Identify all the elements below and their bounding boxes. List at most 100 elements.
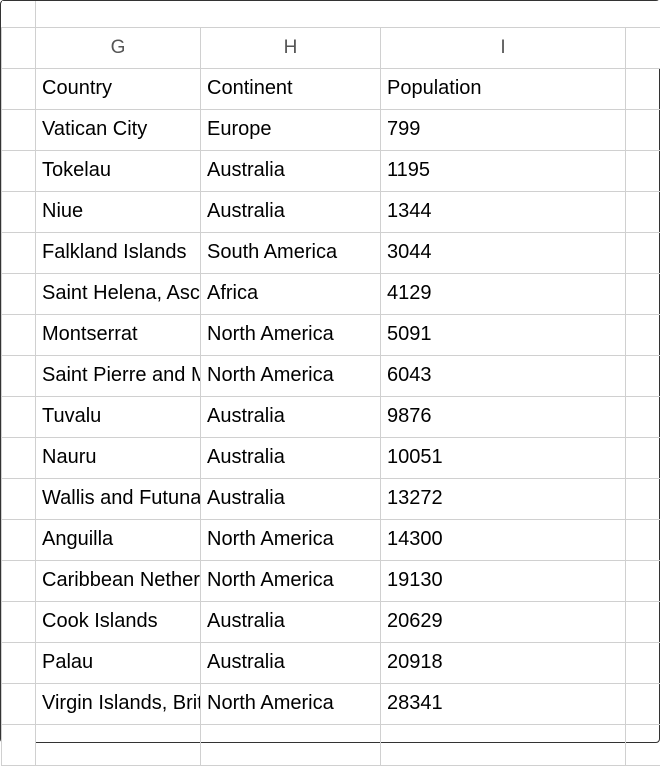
cell-country[interactable] xyxy=(36,724,201,765)
cell-country[interactable]: Anguilla xyxy=(36,519,201,560)
cell-continent[interactable] xyxy=(201,724,381,765)
cell-population[interactable]: 4129 xyxy=(381,273,626,314)
cell-continent[interactable]: North America xyxy=(201,355,381,396)
cell-continent[interactable]: Australia xyxy=(201,396,381,437)
cell[interactable] xyxy=(626,724,660,765)
cell-population[interactable]: 14300 xyxy=(381,519,626,560)
cell[interactable] xyxy=(626,396,660,437)
cell[interactable] xyxy=(626,109,660,150)
cell[interactable] xyxy=(626,232,660,273)
cell-continent[interactable]: Australia xyxy=(201,601,381,642)
cell[interactable] xyxy=(626,478,660,519)
row-number[interactable] xyxy=(2,560,36,601)
cell-country[interactable]: Falkland Islands xyxy=(36,232,201,273)
table-row: Montserrat North America 5091 xyxy=(2,314,660,355)
row-number[interactable] xyxy=(2,68,36,109)
row-number[interactable] xyxy=(2,396,36,437)
cell-continent[interactable]: North America xyxy=(201,314,381,355)
cell-country[interactable]: Caribbean Netherlands xyxy=(36,560,201,601)
spreadsheet-grid[interactable]: G H I Country Continent Population Vatic… xyxy=(1,1,660,766)
row-number[interactable] xyxy=(2,314,36,355)
cell[interactable] xyxy=(626,191,660,232)
cell-continent[interactable]: Europe xyxy=(201,109,381,150)
grid-body: Country Continent Population Vatican Cit… xyxy=(2,68,660,765)
cell[interactable] xyxy=(626,601,660,642)
cell[interactable] xyxy=(626,273,660,314)
cell-population[interactable]: 799 xyxy=(381,109,626,150)
table-row xyxy=(2,724,660,765)
cell-population[interactable]: 10051 xyxy=(381,437,626,478)
cell-population[interactable]: 6043 xyxy=(381,355,626,396)
cell-population[interactable]: 9876 xyxy=(381,396,626,437)
col-header-i[interactable]: I xyxy=(381,27,626,68)
cell-population[interactable]: 20918 xyxy=(381,642,626,683)
cell[interactable] xyxy=(626,437,660,478)
row-number[interactable] xyxy=(2,478,36,519)
cell-continent[interactable]: Australia xyxy=(201,191,381,232)
table-row: Cook Islands Australia 20629 xyxy=(2,601,660,642)
table-row: Wallis and Futuna Australia 13272 xyxy=(2,478,660,519)
cell[interactable] xyxy=(626,683,660,724)
cell-continent[interactable]: South America xyxy=(201,232,381,273)
header-data-row: Country Continent Population xyxy=(2,68,660,109)
cell-country[interactable]: Saint Helena, Ascension xyxy=(36,273,201,314)
cell-country[interactable]: Tokelau xyxy=(36,150,201,191)
cell-country[interactable]: Palau xyxy=(36,642,201,683)
cell-population[interactable]: 1344 xyxy=(381,191,626,232)
cell-population[interactable]: 20629 xyxy=(381,601,626,642)
cell[interactable]: Country xyxy=(36,68,201,109)
row-number[interactable] xyxy=(2,601,36,642)
cell-continent[interactable]: Australia xyxy=(201,437,381,478)
cell-country[interactable]: Niue xyxy=(36,191,201,232)
row-number[interactable] xyxy=(2,150,36,191)
cell-continent[interactable]: North America xyxy=(201,560,381,601)
col-header-g[interactable]: G xyxy=(36,27,201,68)
row-number[interactable] xyxy=(2,519,36,560)
row-number[interactable] xyxy=(2,724,36,765)
table-row: Virgin Islands, British North America 28… xyxy=(2,683,660,724)
row-number[interactable] xyxy=(2,355,36,396)
row-number[interactable] xyxy=(2,232,36,273)
cell-continent[interactable]: North America xyxy=(201,683,381,724)
col-header-tail[interactable] xyxy=(626,27,660,68)
cell-country[interactable]: Saint Pierre and Miquelon xyxy=(36,355,201,396)
cell-population[interactable]: 1195 xyxy=(381,150,626,191)
col-header-h[interactable]: H xyxy=(201,27,381,68)
row-number[interactable] xyxy=(2,642,36,683)
cell-population[interactable]: 28341 xyxy=(381,683,626,724)
cell-country[interactable]: Vatican City xyxy=(36,109,201,150)
table-row: Caribbean Netherlands North America 1913… xyxy=(2,560,660,601)
cell-population[interactable] xyxy=(381,724,626,765)
cell[interactable] xyxy=(626,150,660,191)
cell-population[interactable]: 19130 xyxy=(381,560,626,601)
cell-country[interactable]: Virgin Islands, British xyxy=(36,683,201,724)
cell[interactable] xyxy=(626,68,660,109)
row-number[interactable] xyxy=(2,683,36,724)
cell[interactable] xyxy=(626,560,660,601)
row-number[interactable] xyxy=(2,437,36,478)
row-number[interactable] xyxy=(2,191,36,232)
corner-cell[interactable] xyxy=(2,1,36,27)
row-number[interactable] xyxy=(2,273,36,314)
cell-population[interactable]: 3044 xyxy=(381,232,626,273)
cell-country[interactable]: Nauru xyxy=(36,437,201,478)
cell-continent[interactable]: Australia xyxy=(201,642,381,683)
cell-population[interactable]: 13272 xyxy=(381,478,626,519)
cell-country[interactable]: Tuvalu xyxy=(36,396,201,437)
cell-continent[interactable]: North America xyxy=(201,519,381,560)
cell-country[interactable]: Wallis and Futuna xyxy=(36,478,201,519)
cell[interactable] xyxy=(626,642,660,683)
cell-country[interactable]: Montserrat xyxy=(36,314,201,355)
cell-continent[interactable]: Australia xyxy=(201,478,381,519)
row-number[interactable] xyxy=(2,109,36,150)
cell[interactable] xyxy=(626,519,660,560)
cell[interactable]: Continent xyxy=(201,68,381,109)
cell-continent[interactable]: Australia xyxy=(201,150,381,191)
cell[interactable] xyxy=(626,355,660,396)
cell[interactable]: Population xyxy=(381,68,626,109)
cell-continent[interactable]: Africa xyxy=(201,273,381,314)
cell[interactable] xyxy=(626,314,660,355)
cell-country[interactable]: Cook Islands xyxy=(36,601,201,642)
cell-population[interactable]: 5091 xyxy=(381,314,626,355)
corner-cell[interactable] xyxy=(2,27,36,68)
